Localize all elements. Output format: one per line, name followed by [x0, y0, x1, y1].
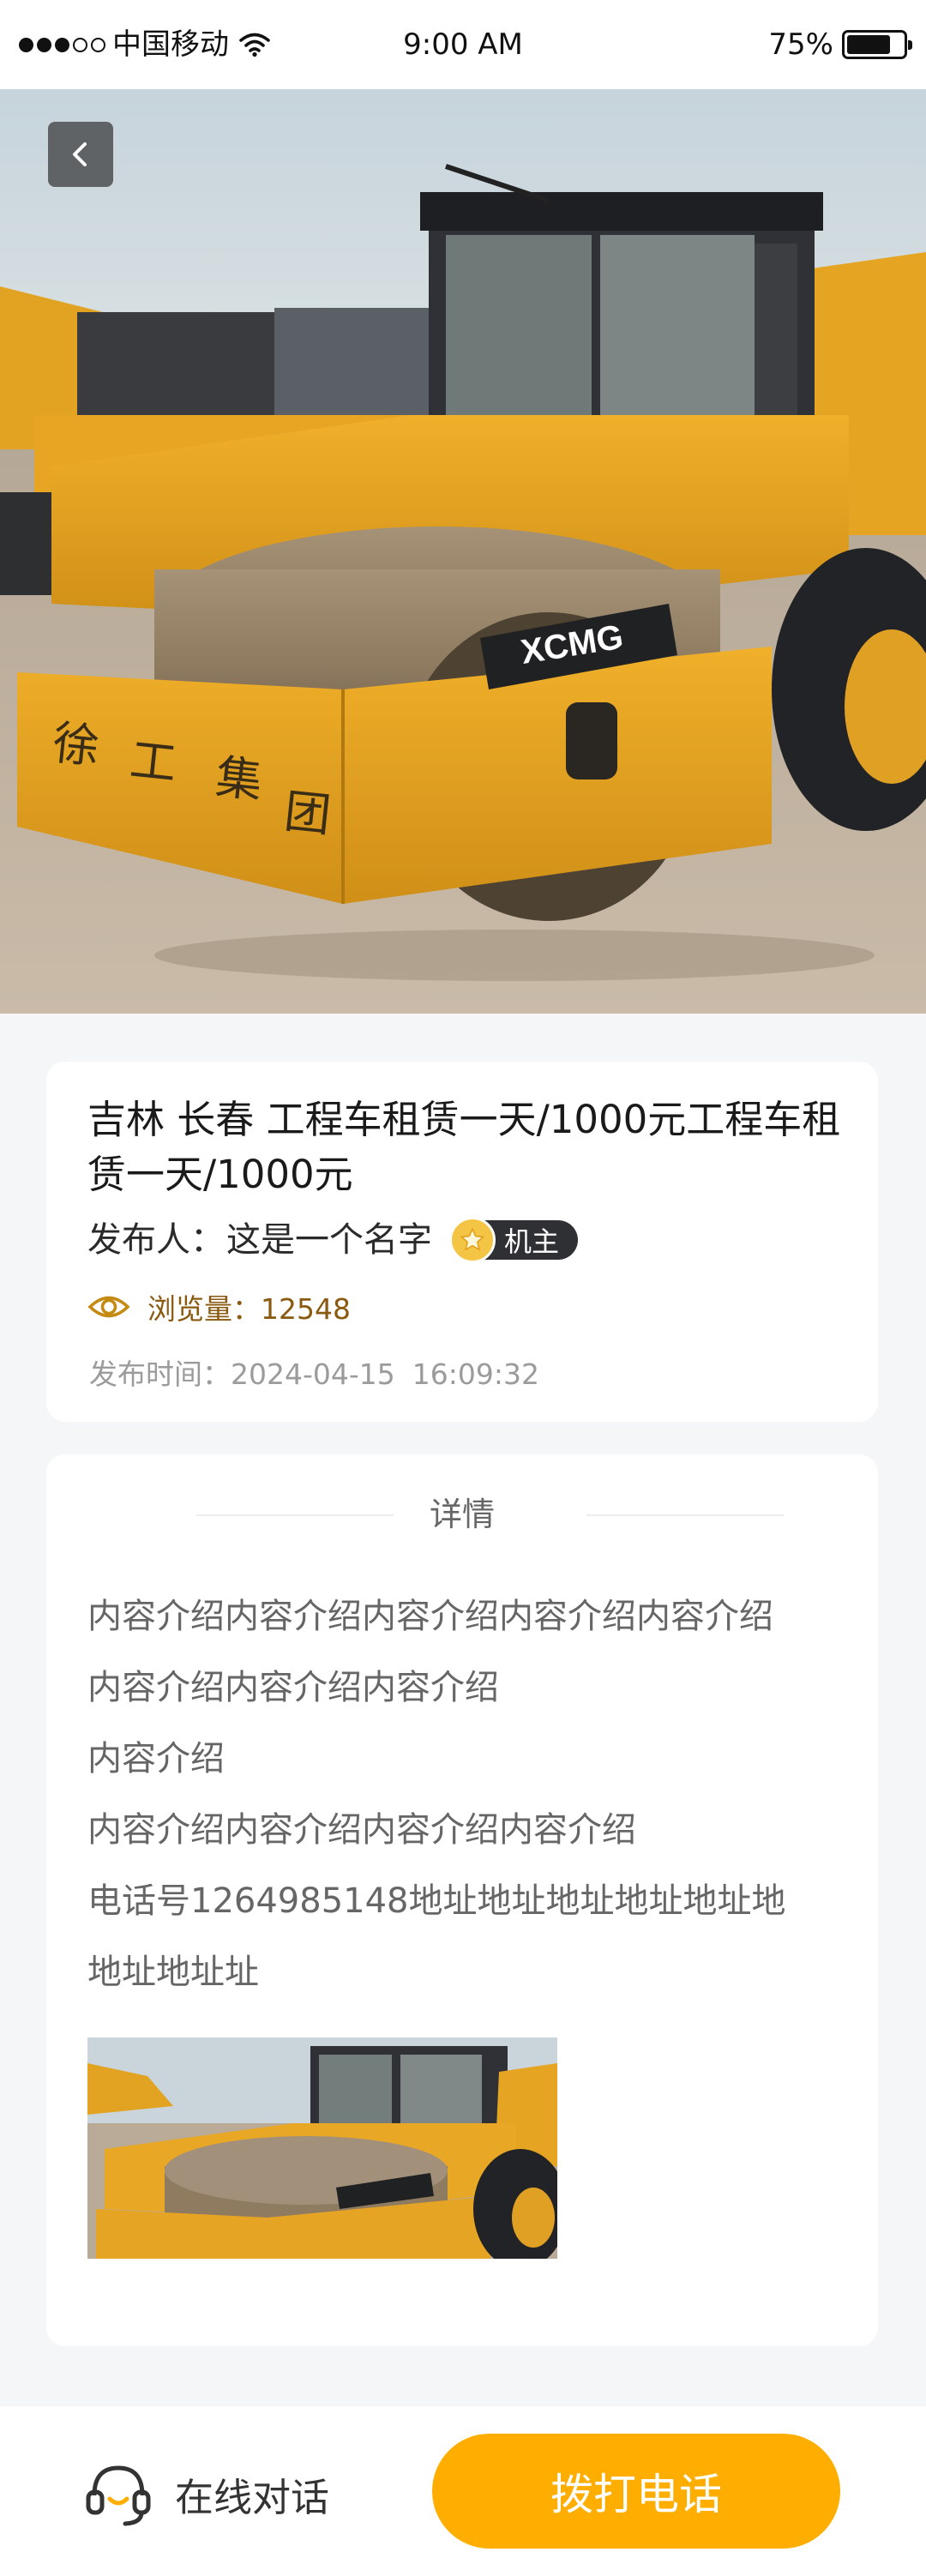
listing-info-card: 吉林 长春 工程车租赁一天/1000元工程车租赁一天/1000元 发布人： 这是…: [46, 1062, 878, 1422]
publisher-row: 发布人： 这是一个名字 机主: [87, 1216, 579, 1264]
role-badge: 机主: [449, 1217, 579, 1263]
svg-text:徐: 徐: [51, 715, 102, 773]
publish-time-label: 发布时间：: [89, 1357, 231, 1391]
detail-card: 详情 内容介绍内容介绍内容介绍内容介绍内容介绍 内容介绍内容介绍内容介绍 内容介…: [46, 1454, 878, 2346]
call-phone-button[interactable]: 拨打电话: [432, 2434, 840, 2549]
battery-icon: [842, 30, 912, 59]
status-bar: 中国移动 9:00 AM 75%: [0, 0, 926, 89]
publish-clock: 16:09:32: [412, 1357, 539, 1391]
publisher-label: 发布人：: [87, 1220, 225, 1260]
role-badge-label: 机主: [504, 1225, 560, 1258]
publish-time: 发布时间：2024-04-15 16:09:32: [89, 1351, 539, 1393]
chevron-left-icon: [73, 142, 87, 166]
svg-text:工: 工: [128, 732, 179, 791]
bottom-action-bar: 在线对话 拨打电话: [0, 2406, 926, 2576]
listing-title: 吉林 长春 工程车租赁一天/1000元工程车租赁一天/1000元: [87, 1097, 841, 1197]
detail-line: 内容介绍内容介绍内容介绍内容介绍内容介绍: [87, 1597, 773, 1636]
views-label: 浏览量：: [147, 1292, 261, 1326]
online-chat-label: 在线对话: [175, 2474, 330, 2520]
online-chat-button[interactable]: 在线对话: [82, 2458, 329, 2530]
detail-line: 电话号1264985148地址地址地址地址地址地: [87, 1881, 786, 1921]
road-roller-photo: XCMG 徐 工 集 团: [0, 89, 926, 1014]
detail-header: 详情: [46, 1492, 878, 1537]
detail-line: 内容介绍内容介绍内容介绍: [87, 1668, 499, 1707]
views-row: 浏览量：12548: [87, 1286, 351, 1327]
detail-line: 地址地址址: [87, 1953, 259, 1992]
detail-line: 内容介绍内容介绍内容介绍内容介绍: [87, 1810, 636, 1850]
svg-text:集: 集: [213, 749, 265, 808]
detail-line: 内容介绍: [87, 1739, 225, 1779]
views-count: 12548: [261, 1292, 351, 1326]
divider-right: [586, 1514, 784, 1516]
star-icon: [449, 1217, 496, 1263]
publisher-name: 这是一个名字: [226, 1220, 432, 1260]
publish-date: 2024-04-15: [231, 1357, 395, 1391]
status-right: 75%: [768, 26, 912, 63]
hero-image: XCMG 徐 工 集 团: [0, 89, 926, 1014]
views-count-text: 浏览量：12548: [147, 1286, 351, 1327]
detail-body: 内容介绍内容介绍内容介绍内容介绍内容介绍 内容介绍内容介绍内容介绍 内容介绍 内…: [87, 1581, 851, 2008]
svg-text:团: 团: [282, 784, 334, 842]
back-button[interactable]: [48, 122, 113, 187]
eye-icon: [87, 1296, 130, 1318]
headset-icon: [86, 2465, 151, 2526]
detail-image-thumbnail[interactable]: [87, 2037, 557, 2259]
battery-percent: 75%: [768, 27, 833, 62]
